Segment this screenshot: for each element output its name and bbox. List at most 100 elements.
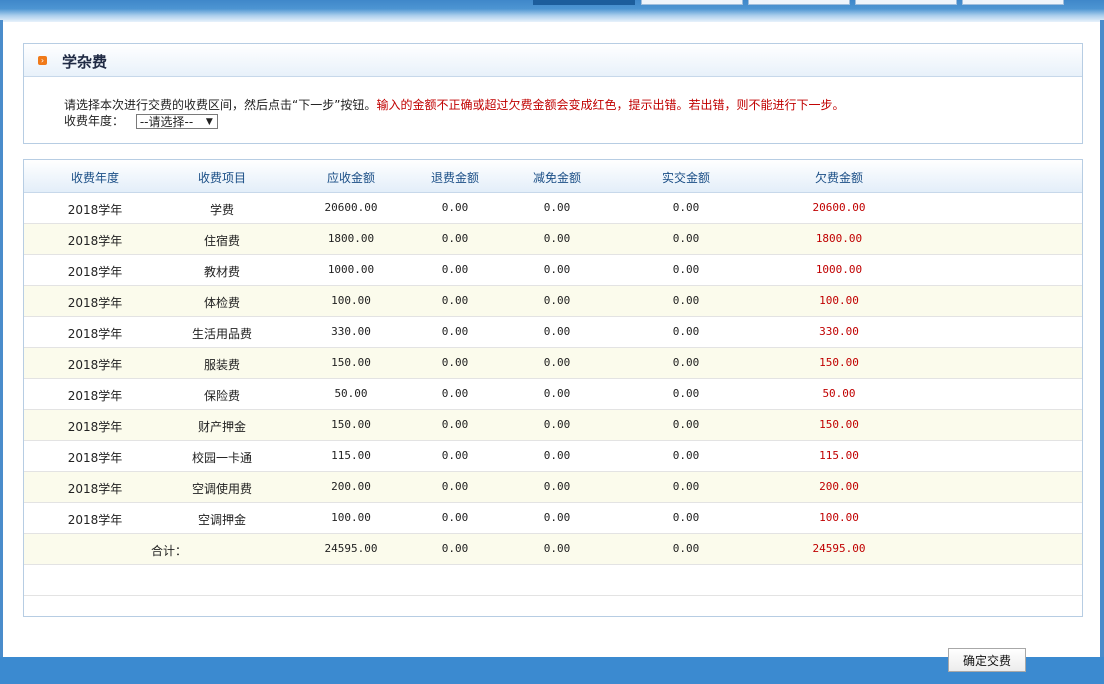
top-tab[interactable] (748, 0, 850, 5)
cell-owed: 50.00 (822, 387, 856, 400)
left-frame-border (0, 20, 3, 660)
fee-table: 收费年度 收费项目 应收金额 退费金额 减免金额 实交金额 欠费金额 2018学… (23, 159, 1083, 617)
cell-refund: 0.00 (441, 511, 469, 524)
top-tab[interactable] (855, 0, 957, 5)
cell-year: 2018学年 (67, 451, 123, 465)
cell-receivable: 330.00 (331, 325, 371, 338)
cell-refund: 0.00 (441, 201, 469, 214)
cell-receivable: 1000.00 (327, 263, 375, 276)
col-header-paid: 实交金额 (661, 171, 710, 185)
dropdown-arrow-icon: ▼ (205, 117, 213, 127)
total-row: 合计： 24595.00 0.00 0.00 0.00 24595.00 (24, 534, 1082, 565)
year-select[interactable]: --请选择-- ▼ (135, 114, 218, 129)
year-row: 收费年度： --请选择-- ▼ (64, 112, 218, 129)
cell-reduction: 0.00 (543, 480, 571, 493)
cell-item: 校园一卡通 (191, 451, 252, 465)
col-header-year: 收费年度 (70, 171, 119, 185)
cell-year: 2018学年 (67, 358, 123, 372)
table-header: 收费年度 收费项目 应收金额 退费金额 减免金额 实交金额 欠费金额 (24, 160, 1082, 193)
cell-year: 2018学年 (67, 234, 123, 248)
total-paid: 0.00 (672, 542, 700, 555)
cell-receivable: 100.00 (331, 511, 371, 524)
cell-year: 2018学年 (67, 203, 123, 217)
cell-reduction: 0.00 (543, 325, 571, 338)
cell-refund: 0.00 (441, 449, 469, 462)
table-row: 2018学年 空调使用费 200.00 0.00 0.00 0.00 200.00 (24, 472, 1082, 503)
cell-year: 2018学年 (67, 296, 123, 310)
cell-item: 空调使用费 (191, 482, 252, 496)
panel-header: › 学杂费 (24, 44, 1082, 77)
year-select-value: --请选择-- (139, 115, 194, 129)
right-frame-border (1100, 20, 1104, 660)
section-arrow-icon: › (38, 56, 47, 65)
table-row: 2018学年 服装费 150.00 0.00 0.00 0.00 150.00 (24, 348, 1082, 379)
cell-reduction: 0.00 (543, 387, 571, 400)
cell-owed: 330.00 (819, 325, 859, 338)
top-tab-active[interactable] (533, 0, 635, 5)
total-label: 合计： (150, 544, 187, 558)
col-header-owed: 欠费金额 (814, 171, 863, 185)
cell-year: 2018学年 (67, 513, 123, 527)
cell-paid: 0.00 (672, 511, 700, 524)
cell-year: 2018学年 (67, 265, 123, 279)
table-row: 2018学年 体检费 100.00 0.00 0.00 0.00 100.00 (24, 286, 1082, 317)
empty-row (24, 565, 1082, 596)
cell-receivable: 115.00 (331, 449, 371, 462)
cell-paid: 0.00 (672, 449, 700, 462)
cell-reduction: 0.00 (543, 294, 571, 307)
table-row: 2018学年 生活用品费 330.00 0.00 0.00 0.00 330.00 (24, 317, 1082, 348)
cell-item: 学费 (209, 203, 234, 217)
cell-refund: 0.00 (441, 294, 469, 307)
cell-owed: 100.00 (819, 294, 859, 307)
cell-item: 财产押金 (197, 420, 246, 434)
col-header-item: 收费项目 (197, 171, 246, 185)
instruction-prefix: 请选择本次进行交费的收费区间，然后点击“下一步”按钮。 (64, 98, 377, 112)
total-receivable: 24595.00 (324, 542, 378, 555)
cell-item: 服装费 (203, 358, 240, 372)
cell-receivable: 200.00 (331, 480, 371, 493)
table-row: 2018学年 学费 20600.00 0.00 0.00 0.00 20600.00 (24, 193, 1082, 224)
cell-item: 保险费 (203, 389, 240, 403)
cell-owed: 200.00 (819, 480, 859, 493)
total-owed: 24595.00 (812, 542, 866, 555)
cell-reduction: 0.00 (543, 232, 571, 245)
cell-item: 教材费 (203, 265, 240, 279)
cell-owed: 100.00 (819, 511, 859, 524)
total-refund: 0.00 (441, 542, 469, 555)
cell-year: 2018学年 (67, 327, 123, 341)
top-tab[interactable] (641, 0, 743, 5)
cell-refund: 0.00 (441, 356, 469, 369)
top-tab[interactable] (962, 0, 1064, 5)
cell-paid: 0.00 (672, 418, 700, 431)
year-label: 收费年度： (64, 114, 125, 128)
cell-paid: 0.00 (672, 263, 700, 276)
cell-item: 生活用品费 (191, 327, 252, 341)
cell-item: 住宿费 (203, 234, 240, 248)
cell-item: 体检费 (203, 296, 240, 310)
instruction-text: 请选择本次进行交费的收费区间，然后点击“下一步”按钮。输入的金额不正确或超过欠费… (64, 96, 844, 113)
table-row: 2018学年 教材费 1000.00 0.00 0.00 0.00 1000.00 (24, 255, 1082, 286)
cell-refund: 0.00 (441, 263, 469, 276)
cell-reduction: 0.00 (543, 263, 571, 276)
cell-receivable: 20600.00 (324, 201, 378, 214)
top-banner (0, 0, 1104, 22)
cell-refund: 0.00 (441, 325, 469, 338)
cell-reduction: 0.00 (543, 418, 571, 431)
cell-refund: 0.00 (441, 480, 469, 493)
cell-owed: 1000.00 (815, 263, 863, 276)
cell-paid: 0.00 (672, 325, 700, 338)
instruction-warning: 输入的金额不正确或超过欠费金额会变成红色，提示出错。若出错，则不能进行下一步。 (376, 98, 845, 112)
cell-receivable: 50.00 (334, 387, 368, 400)
table-row: 2018学年 财产押金 150.00 0.00 0.00 0.00 150.00 (24, 410, 1082, 441)
table-row: 2018学年 空调押金 100.00 0.00 0.00 0.00 100.00 (24, 503, 1082, 534)
cell-refund: 0.00 (441, 232, 469, 245)
confirm-payment-button[interactable]: 确定交费 (948, 648, 1026, 672)
cell-receivable: 1800.00 (327, 232, 375, 245)
fee-selection-panel: › 学杂费 请选择本次进行交费的收费区间，然后点击“下一步”按钮。输入的金额不正… (23, 43, 1083, 144)
section-title: 学杂费 (62, 53, 108, 71)
cell-receivable: 150.00 (331, 418, 371, 431)
cell-reduction: 0.00 (543, 201, 571, 214)
cell-refund: 0.00 (441, 387, 469, 400)
cell-refund: 0.00 (441, 418, 469, 431)
cell-year: 2018学年 (67, 420, 123, 434)
